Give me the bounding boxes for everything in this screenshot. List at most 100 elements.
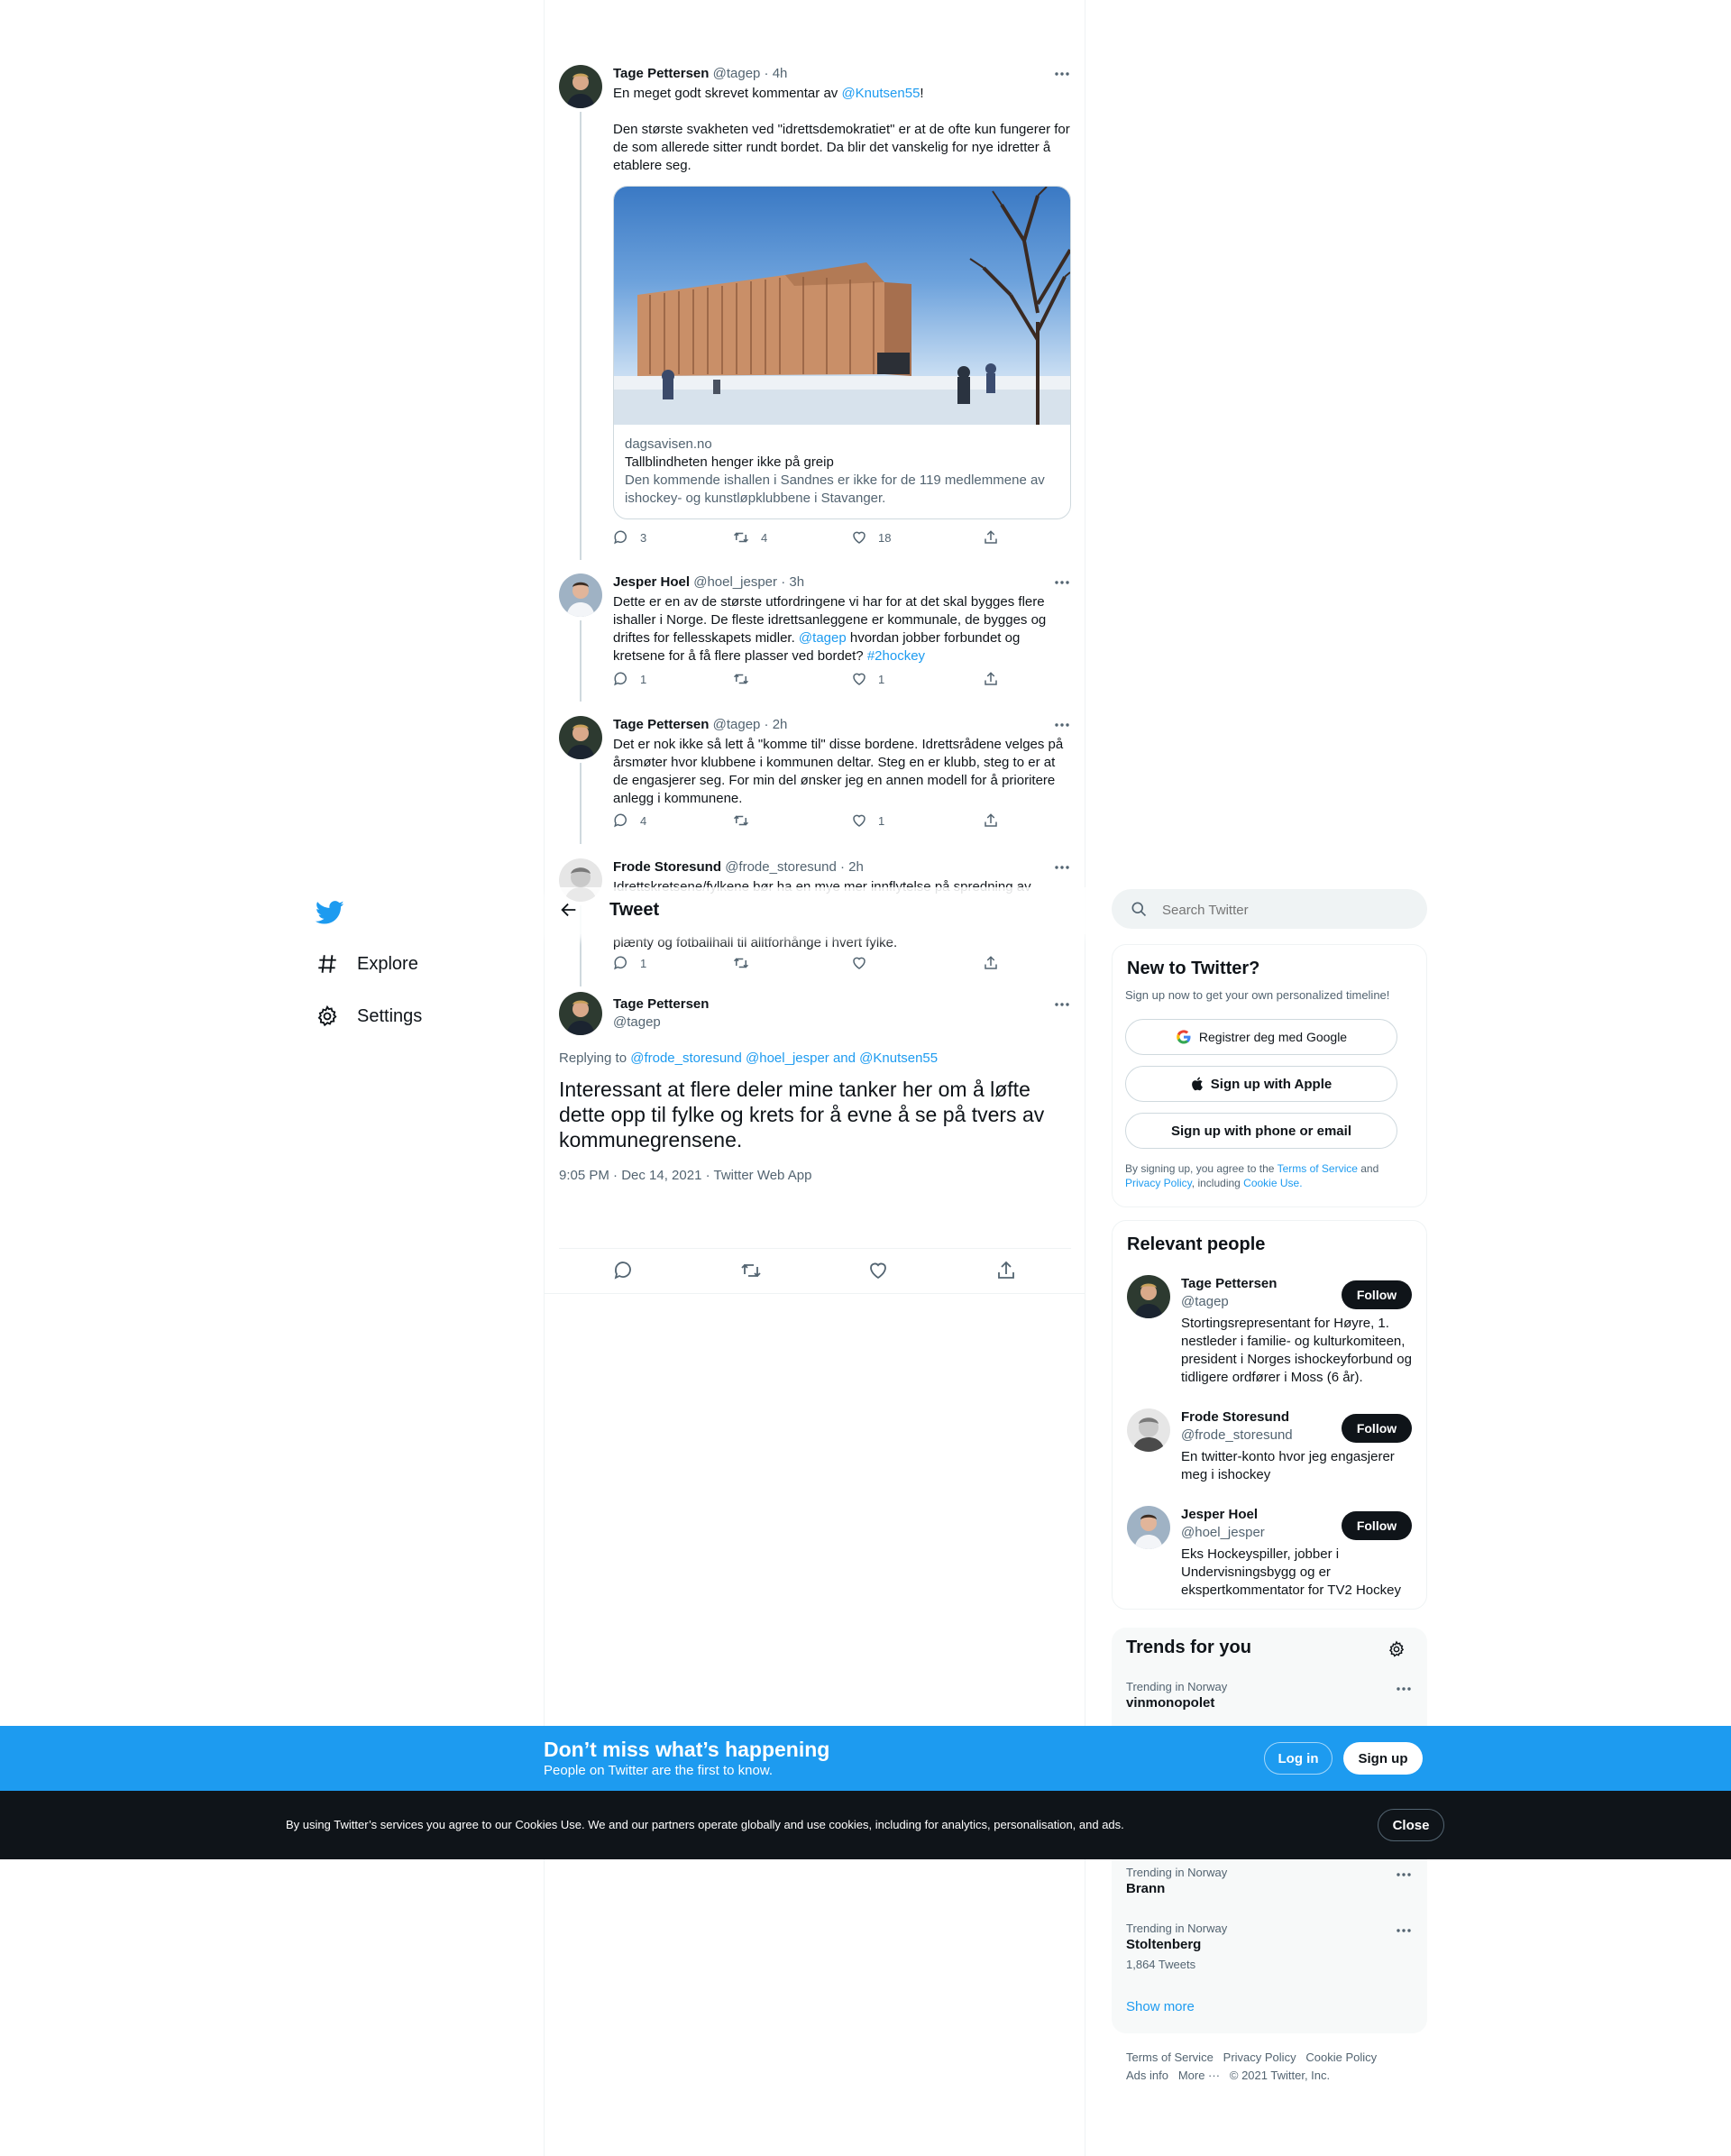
like-button[interactable]: 1 [851, 812, 884, 830]
phone-signup-button[interactable]: Sign up with phone or email [1125, 1113, 1397, 1149]
author-name[interactable]: Jesper Hoel [613, 574, 690, 590]
tweet-time[interactable]: · 3h [781, 574, 804, 590]
google-signup-button[interactable]: Registrer deg med Google [1125, 1019, 1397, 1055]
retweet-button[interactable] [732, 812, 761, 830]
share-button[interactable] [983, 670, 999, 688]
thread-tweet-3[interactable]: Tage Pettersen @tagep · 2h Det er nok ik… [545, 702, 1085, 844]
like-button[interactable]: 1 [851, 670, 884, 688]
tweet-time[interactable]: · 2h [765, 717, 788, 732]
login-button[interactable]: Log in [1264, 1742, 1333, 1775]
retweet-icon[interactable] [739, 1260, 763, 1281]
avatar[interactable] [559, 992, 602, 1035]
tweet-timestamp[interactable]: 9:05 PM · Dec 14, 2021 · Twitter Web App [559, 1167, 811, 1185]
apple-signup-button[interactable]: Sign up with Apple [1125, 1066, 1397, 1102]
tweet-time[interactable]: · 4h [765, 66, 788, 81]
person-card[interactable]: Frode Storesund @frode_storesund En twit… [1127, 1408, 1412, 1490]
trend-item[interactable]: Trending in Norway vinmonopolet [1126, 1680, 1413, 1712]
thread-tweet-1[interactable]: Tage Pettersen @tagep · 4h En meget godt… [545, 50, 1085, 560]
thread-tweet-2[interactable]: Jesper Hoel @hoel_jesper · 3h Dette er e… [545, 559, 1085, 702]
trend-item[interactable]: Trending in Norway Brann [1126, 1866, 1413, 1898]
nav-explore[interactable]: Explore [316, 941, 418, 986]
apple-icon [1191, 1076, 1205, 1092]
nav-settings[interactable]: Settings [316, 994, 422, 1039]
hashtag-link[interactable]: #2hockey [867, 648, 925, 664]
reply-button[interactable]: 3 [613, 528, 646, 546]
retweet-button[interactable] [732, 670, 761, 688]
avatar[interactable] [559, 716, 602, 759]
author-handle[interactable]: @tagep [713, 717, 761, 732]
avatar[interactable] [1127, 1506, 1170, 1549]
more-icon[interactable] [1053, 65, 1071, 83]
reply-button[interactable]: 4 [613, 812, 646, 830]
share-icon [985, 672, 997, 685]
author-handle[interactable]: @tagep [713, 66, 761, 81]
signup-banner: Don’t miss what’s happening People on Tw… [0, 1726, 1731, 1791]
search-box[interactable] [1112, 889, 1427, 929]
person-card[interactable]: Jesper Hoel @hoel_jesper Eks Hockeyspill… [1127, 1506, 1412, 1598]
cookie-close-button[interactable]: Close [1378, 1809, 1444, 1841]
footer-link[interactable]: Terms of Service [1126, 2050, 1214, 2064]
avatar[interactable] [1127, 1408, 1170, 1452]
retweet-button[interactable]: 4 [732, 528, 767, 546]
google-signup-label: Registrer deg med Google [1198, 1030, 1348, 1044]
author-name[interactable]: Frode Storesund [613, 859, 721, 875]
share-button[interactable] [983, 812, 999, 830]
author-name[interactable]: Tage Pettersen [613, 66, 709, 81]
follow-button[interactable]: Follow [1342, 1511, 1412, 1540]
share-button[interactable] [983, 528, 999, 546]
more-icon[interactable] [1395, 1922, 1413, 1940]
reply-button[interactable]: 1 [613, 670, 646, 688]
tweet-time[interactable]: · 2h [840, 859, 864, 875]
footer-link[interactable]: More ··· [1178, 2069, 1220, 2082]
avatar[interactable] [559, 573, 602, 617]
replying-to-links[interactable]: @frode_storesund @hoel_jesper and @Knuts… [630, 1050, 938, 1066]
trend-item[interactable]: Trending in Norway Stoltenberg 1,864 Twe… [1126, 1922, 1413, 1972]
follow-button[interactable]: Follow [1342, 1280, 1412, 1309]
mention-link[interactable]: @tagep [799, 630, 847, 646]
author-handle[interactable]: @hoel_jesper [693, 574, 777, 590]
relevant-title: Relevant people [1127, 1234, 1266, 1254]
signup-button[interactable]: Sign up [1343, 1742, 1423, 1775]
cookie-link[interactable]: Cookie Use. [1243, 1177, 1302, 1189]
avatar[interactable] [1127, 1275, 1170, 1318]
more-icon[interactable] [1053, 716, 1071, 734]
more-icon[interactable] [1053, 858, 1071, 876]
footer-link[interactable]: Cookie Policy [1305, 2050, 1377, 2064]
author-name[interactable]: Tage Pettersen [613, 995, 709, 1014]
author-handle[interactable]: @frode_storesund [725, 859, 837, 875]
person-card[interactable]: Tage Pettersen @tagep Stortingsrepresent… [1127, 1275, 1412, 1392]
link-card[interactable]: dagsavisen.no Tallblindheten henger ikke… [613, 186, 1071, 519]
twitter-bird-icon[interactable] [316, 898, 344, 927]
like-button[interactable]: 18 [851, 528, 891, 546]
show-more-link[interactable]: Show more [1126, 1999, 1195, 2014]
footer-link[interactable]: Privacy Policy [1223, 2050, 1296, 2064]
gear-icon[interactable] [1388, 1640, 1406, 1658]
back-arrow-icon[interactable] [559, 900, 581, 922]
mention-link[interactable]: @Knutsen55 [841, 86, 920, 101]
reply-button[interactable]: 1 [613, 954, 646, 972]
avatar[interactable] [559, 65, 602, 108]
author-name[interactable]: Tage Pettersen [613, 717, 709, 732]
search-input[interactable] [1160, 898, 1407, 922]
more-icon[interactable] [1395, 1680, 1413, 1698]
reply-icon[interactable] [613, 1260, 635, 1281]
heart-icon [853, 531, 866, 544]
share-button[interactable] [983, 954, 999, 972]
nav-settings-label: Settings [357, 1005, 423, 1026]
reply-count: 3 [640, 530, 647, 545]
heart-icon[interactable] [867, 1260, 889, 1281]
follow-button[interactable]: Follow [1342, 1414, 1412, 1443]
more-icon[interactable] [1053, 573, 1071, 592]
footer-link[interactable]: Ads info [1126, 2069, 1168, 2082]
retweet-button[interactable] [732, 954, 761, 972]
share-icon[interactable] [995, 1260, 1017, 1281]
like-button[interactable] [851, 954, 878, 972]
author-handle[interactable]: @tagep [613, 1014, 709, 1032]
more-icon[interactable] [1395, 1866, 1413, 1884]
trend-category: Trending in Norway [1126, 1680, 1228, 1693]
more-icon[interactable] [1053, 995, 1071, 1014]
tos-link[interactable]: Terms of Service [1278, 1162, 1358, 1175]
privacy-link[interactable]: Privacy Policy [1125, 1177, 1192, 1189]
trends-title: Trends for you [1126, 1638, 1251, 1657]
share-icon [985, 956, 997, 969]
